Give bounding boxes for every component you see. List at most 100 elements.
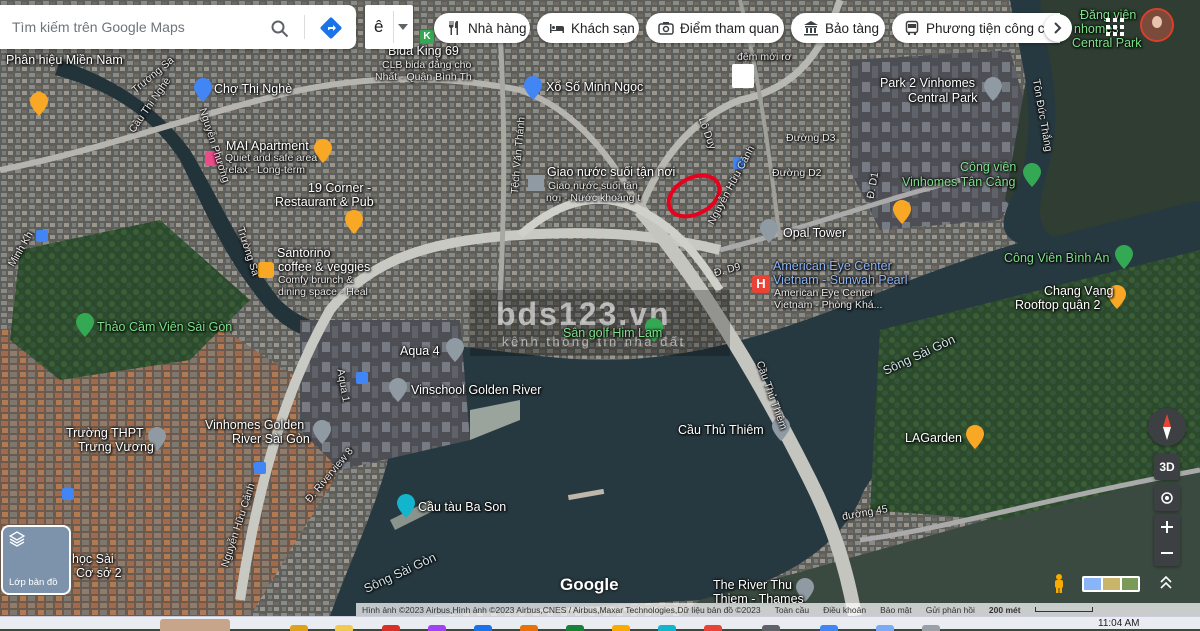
map-label[interactable]: Trưng Vương [78,440,154,454]
park-pin-icon[interactable] [1023,163,1041,187]
map-label[interactable]: Opal Tower [783,226,846,240]
taskbar-app-icon[interactable] [566,625,584,631]
restaurant-pin-icon[interactable] [345,210,363,234]
restaurant-pin-icon[interactable] [966,425,984,449]
layer-thumb[interactable] [1122,578,1138,590]
pegman-icon[interactable] [1052,574,1066,594]
lottery-pin-icon[interactable] [524,76,542,100]
map-label[interactable]: Restaurant & Pub [275,195,374,209]
restaurant-pin-icon[interactable] [30,92,48,116]
bus-stop-icon[interactable] [356,372,368,384]
category-restaurants[interactable]: Nhà hàng [434,13,530,43]
apps-grid-icon[interactable] [1106,18,1124,36]
taskbar-app-icon[interactable] [876,625,894,631]
map-label[interactable]: coffee & veggies [278,260,370,274]
map-label[interactable]: Công viên [960,160,1016,174]
chevron-down-icon[interactable] [398,24,408,30]
shop-pin-icon[interactable] [528,175,544,191]
satellite-map[interactable]: bds123.vn kênh thông tin nhà đất H K Bid… [0,0,1200,616]
store-logo-pin-icon[interactable] [732,64,754,88]
park-pin-icon[interactable] [76,313,94,337]
pier-pin-icon[interactable] [397,494,415,518]
bus-stop-icon[interactable] [62,488,74,500]
map-label[interactable]: Rooftop quận 2 [1015,298,1101,312]
category-transit[interactable]: Phương tiện công cộng [892,13,1060,43]
taskbar-app-icon[interactable] [922,625,940,631]
map-label[interactable]: Thảo Cầm Viên Sài Gòn [97,320,232,334]
map-label[interactable]: Central Park [908,91,977,105]
map-label[interactable]: The River Thu [713,578,792,592]
taskbar-app-icon[interactable] [612,625,630,631]
map-label[interactable]: Vietnam - Sunwah Pearl [773,273,908,287]
taskbar-app-icon[interactable] [762,625,780,631]
map-label[interactable]: Vinhomes Golden [205,418,304,432]
zoom-out-icon[interactable] [1161,547,1173,559]
global-link[interactable]: Toàn cầu [775,605,810,615]
map-label[interactable]: Park 2 Vinhomes [880,76,975,90]
map-label[interactable]: Vinhomes Tân Cảng [902,175,1016,189]
bus-stop-icon[interactable] [254,462,266,474]
category-hotels[interactable]: Khách sạn [537,13,639,43]
layer-thumbnails[interactable] [1082,576,1140,592]
map-label[interactable]: Sân golf Him Lam [563,326,662,340]
map-label[interactable]: Cầu Thủ Thiêm [678,423,764,437]
feedback-link[interactable]: Gửi phản hồi [926,605,975,615]
taskbar-app-icon[interactable] [290,625,308,631]
hospital-pin-icon[interactable]: H [752,275,770,293]
taskbar-app-icon[interactable] [428,625,446,631]
taskbar-app-icon[interactable] [704,625,722,631]
bida-pin-icon[interactable]: K [420,30,434,44]
restaurant-pin-icon[interactable] [893,200,911,224]
privacy-link[interactable]: Bảo mật [880,605,912,615]
map-label[interactable]: Phân hiệu Miền Nam [6,53,123,67]
input-tools-button[interactable]: ê [365,5,413,49]
shopping-pin-icon[interactable] [194,78,212,102]
map-label[interactable]: học Sài [72,552,114,566]
taskbar-app-icon[interactable] [382,625,400,631]
map-label[interactable]: Aqua 4 [400,344,440,358]
my-location-button[interactable] [1154,485,1180,511]
map-label[interactable]: Giao nước suối tận nơi [547,165,675,179]
map-label[interactable]: River Sài Gòn [232,432,310,446]
map-label[interactable]: Cầu tàu Ba Son [418,500,506,514]
categories-next-button[interactable] [1044,14,1072,42]
building-pin-icon[interactable] [446,338,464,362]
taskbar-app-icon[interactable] [658,625,676,631]
map-label[interactable]: Chạng Vạng [1044,284,1114,298]
search-input[interactable] [10,18,264,36]
layers-button[interactable]: Lớp bản đồ [1,525,71,595]
map-label[interactable]: Chợ Thị Nghè [214,82,292,96]
map-label[interactable]: Vinschool Golden River [411,383,541,397]
avatar[interactable] [1140,8,1174,42]
taskbar-app-icon[interactable] [335,625,353,631]
map-label[interactable]: MAI Apartment [226,139,309,153]
layer-thumb[interactable] [1103,578,1120,590]
map-label[interactable]: LAGarden [905,431,962,445]
map-label[interactable]: American Eye Center [773,259,892,273]
chevron-up-icon[interactable] [1160,576,1172,590]
map-label[interactable]: Central Park [1072,36,1141,50]
map-label[interactable]: 19 Corner - [308,181,371,195]
building-pin-icon[interactable] [313,420,331,444]
building-pin-icon[interactable] [984,77,1002,101]
park-pin-icon[interactable] [1115,245,1133,269]
map-label[interactable]: Trường THPT [66,426,144,440]
bus-stop-icon[interactable] [36,230,48,242]
map-label[interactable]: Cơ sở 2 [76,566,122,580]
directions-icon[interactable] [320,17,342,39]
compass-button[interactable] [1148,408,1186,446]
zoom-in-icon[interactable] [1161,521,1173,533]
taskbar-app-icon[interactable] [520,625,538,631]
taskbar-thumb[interactable] [160,619,230,631]
taskbar-app-icon[interactable] [474,625,492,631]
3d-button[interactable]: 3D [1154,454,1180,480]
layer-thumb[interactable] [1084,578,1101,590]
search-icon[interactable] [271,20,289,38]
category-museums[interactable]: Bảo tàng [791,13,885,43]
map-label[interactable]: Công Viên Bình An [1004,251,1109,265]
building-pin-icon[interactable] [760,219,778,243]
map-label[interactable]: Xổ Số Minh Ngọc [546,80,643,94]
category-attractions[interactable]: Điểm tham quan [646,13,784,43]
terms-link[interactable]: Điều khoản [823,605,866,615]
taskbar-app-icon[interactable] [820,625,838,631]
